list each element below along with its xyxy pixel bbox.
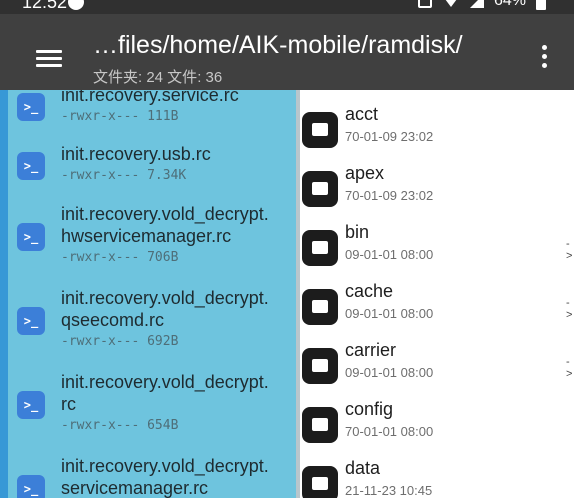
file-name: hwservicemanager.rc <box>61 226 232 246</box>
folder-list-item[interactable]: data 21-11-23 10:45 <box>300 458 574 498</box>
file-name: qseecomd.rc <box>61 310 165 330</box>
status-icons: 64% <box>417 0 546 10</box>
folder-date: 21-11-23 10:45 <box>345 483 433 498</box>
file-permissions-size: -rwxr-x--- 111B <box>61 109 179 124</box>
folder-name: carrier <box>345 340 397 360</box>
folder-date: 70-01-09 23:02 <box>345 129 434 144</box>
folder-icon <box>302 348 338 384</box>
file-permissions-size: -rwxr-x--- 706B <box>61 250 179 265</box>
file-name: init.recovery.vold_decrypt. <box>61 288 269 308</box>
status-time: 12:52 <box>22 0 68 12</box>
folder-list-item[interactable]: acct 70-01-09 23:02 <box>300 104 574 162</box>
folder-list-item[interactable]: apex 70-01-09 23:02 <box>300 163 574 221</box>
script-file-icon: >_ <box>17 475 45 498</box>
status-bar: 12:52 64% <box>0 0 574 14</box>
script-file-icon: >_ <box>17 93 45 121</box>
folder-list-item[interactable]: carrier 09-01-01 08:00 -> <box>300 340 574 398</box>
file-permissions-size: -rwxr-x--- 7.34K <box>61 168 187 183</box>
folder-name: data <box>345 458 381 478</box>
more-options-icon[interactable] <box>532 44 556 70</box>
folder-name: config <box>345 399 394 419</box>
right-file-pane[interactable]: acct 70-01-09 23:02 apex 70-01-09 23:02 bin 0… <box>300 90 574 498</box>
current-path[interactable]: …files/home/AIK-mobile/ramdisk/ <box>93 31 463 60</box>
folder-name: cache <box>345 281 394 301</box>
folder-name: bin <box>345 222 370 242</box>
battery-percent: 64% <box>493 0 526 9</box>
folder-name: acct <box>345 104 379 124</box>
folder-list-item[interactable]: bin 09-01-01 08:00 -> <box>300 222 574 280</box>
toolbar: …files/home/AIK-mobile/ramdisk/ 文件夹: 24 … <box>0 14 574 90</box>
folder-icon <box>302 112 338 148</box>
folder-name: apex <box>345 163 385 183</box>
mute-icon <box>417 0 432 8</box>
file-name: init.recovery.vold_decrypt. <box>61 372 269 392</box>
battery-icon <box>536 0 546 10</box>
script-file-icon: >_ <box>17 223 45 251</box>
folder-file-count: 文件夹: 24 文件: 36 <box>93 69 223 86</box>
symlink-marker: -> <box>566 297 573 321</box>
file-name: rc <box>61 394 76 414</box>
folder-date: 70-01-09 23:02 <box>345 188 434 203</box>
file-name: servicemanager.rc <box>61 478 209 498</box>
folder-icon <box>302 466 338 498</box>
folder-icon <box>302 407 338 443</box>
left-file-pane[interactable]: >_ init.recovery.service.rc -rwxr-x--- 111… <box>0 90 296 498</box>
script-file-icon: >_ <box>17 152 45 180</box>
folder-date: 09-01-01 08:00 <box>345 306 434 321</box>
menu-icon[interactable] <box>36 50 62 68</box>
file-name: init.recovery.service.rc <box>61 90 239 105</box>
script-file-icon: >_ <box>17 307 45 335</box>
folder-date: 70-01-01 08:00 <box>345 424 434 439</box>
file-permissions-size: -rwxr-x--- 692B <box>61 334 179 349</box>
folder-date: 09-01-01 08:00 <box>345 247 434 262</box>
symlink-marker: -> <box>566 356 573 380</box>
file-name: init.recovery.vold_decrypt. <box>61 456 269 476</box>
signal-icon <box>469 0 484 8</box>
folder-icon <box>302 230 338 266</box>
folder-list-item[interactable]: cache 09-01-01 08:00 -> <box>300 281 574 339</box>
folder-icon <box>302 289 338 325</box>
file-name: init.recovery.usb.rc <box>61 144 211 164</box>
folder-list-item[interactable]: config 70-01-01 08:00 <box>300 399 574 457</box>
file-permissions-size: -rwxr-x--- 654B <box>61 418 179 433</box>
file-name: init.recovery.vold_decrypt. <box>61 204 269 224</box>
script-file-icon: >_ <box>17 391 45 419</box>
folder-date: 09-01-01 08:00 <box>345 365 434 380</box>
selection-edge <box>0 90 8 498</box>
notification-icon <box>68 0 84 10</box>
wifi-icon <box>441 0 460 7</box>
folder-icon <box>302 171 338 207</box>
symlink-marker: -> <box>566 238 573 262</box>
